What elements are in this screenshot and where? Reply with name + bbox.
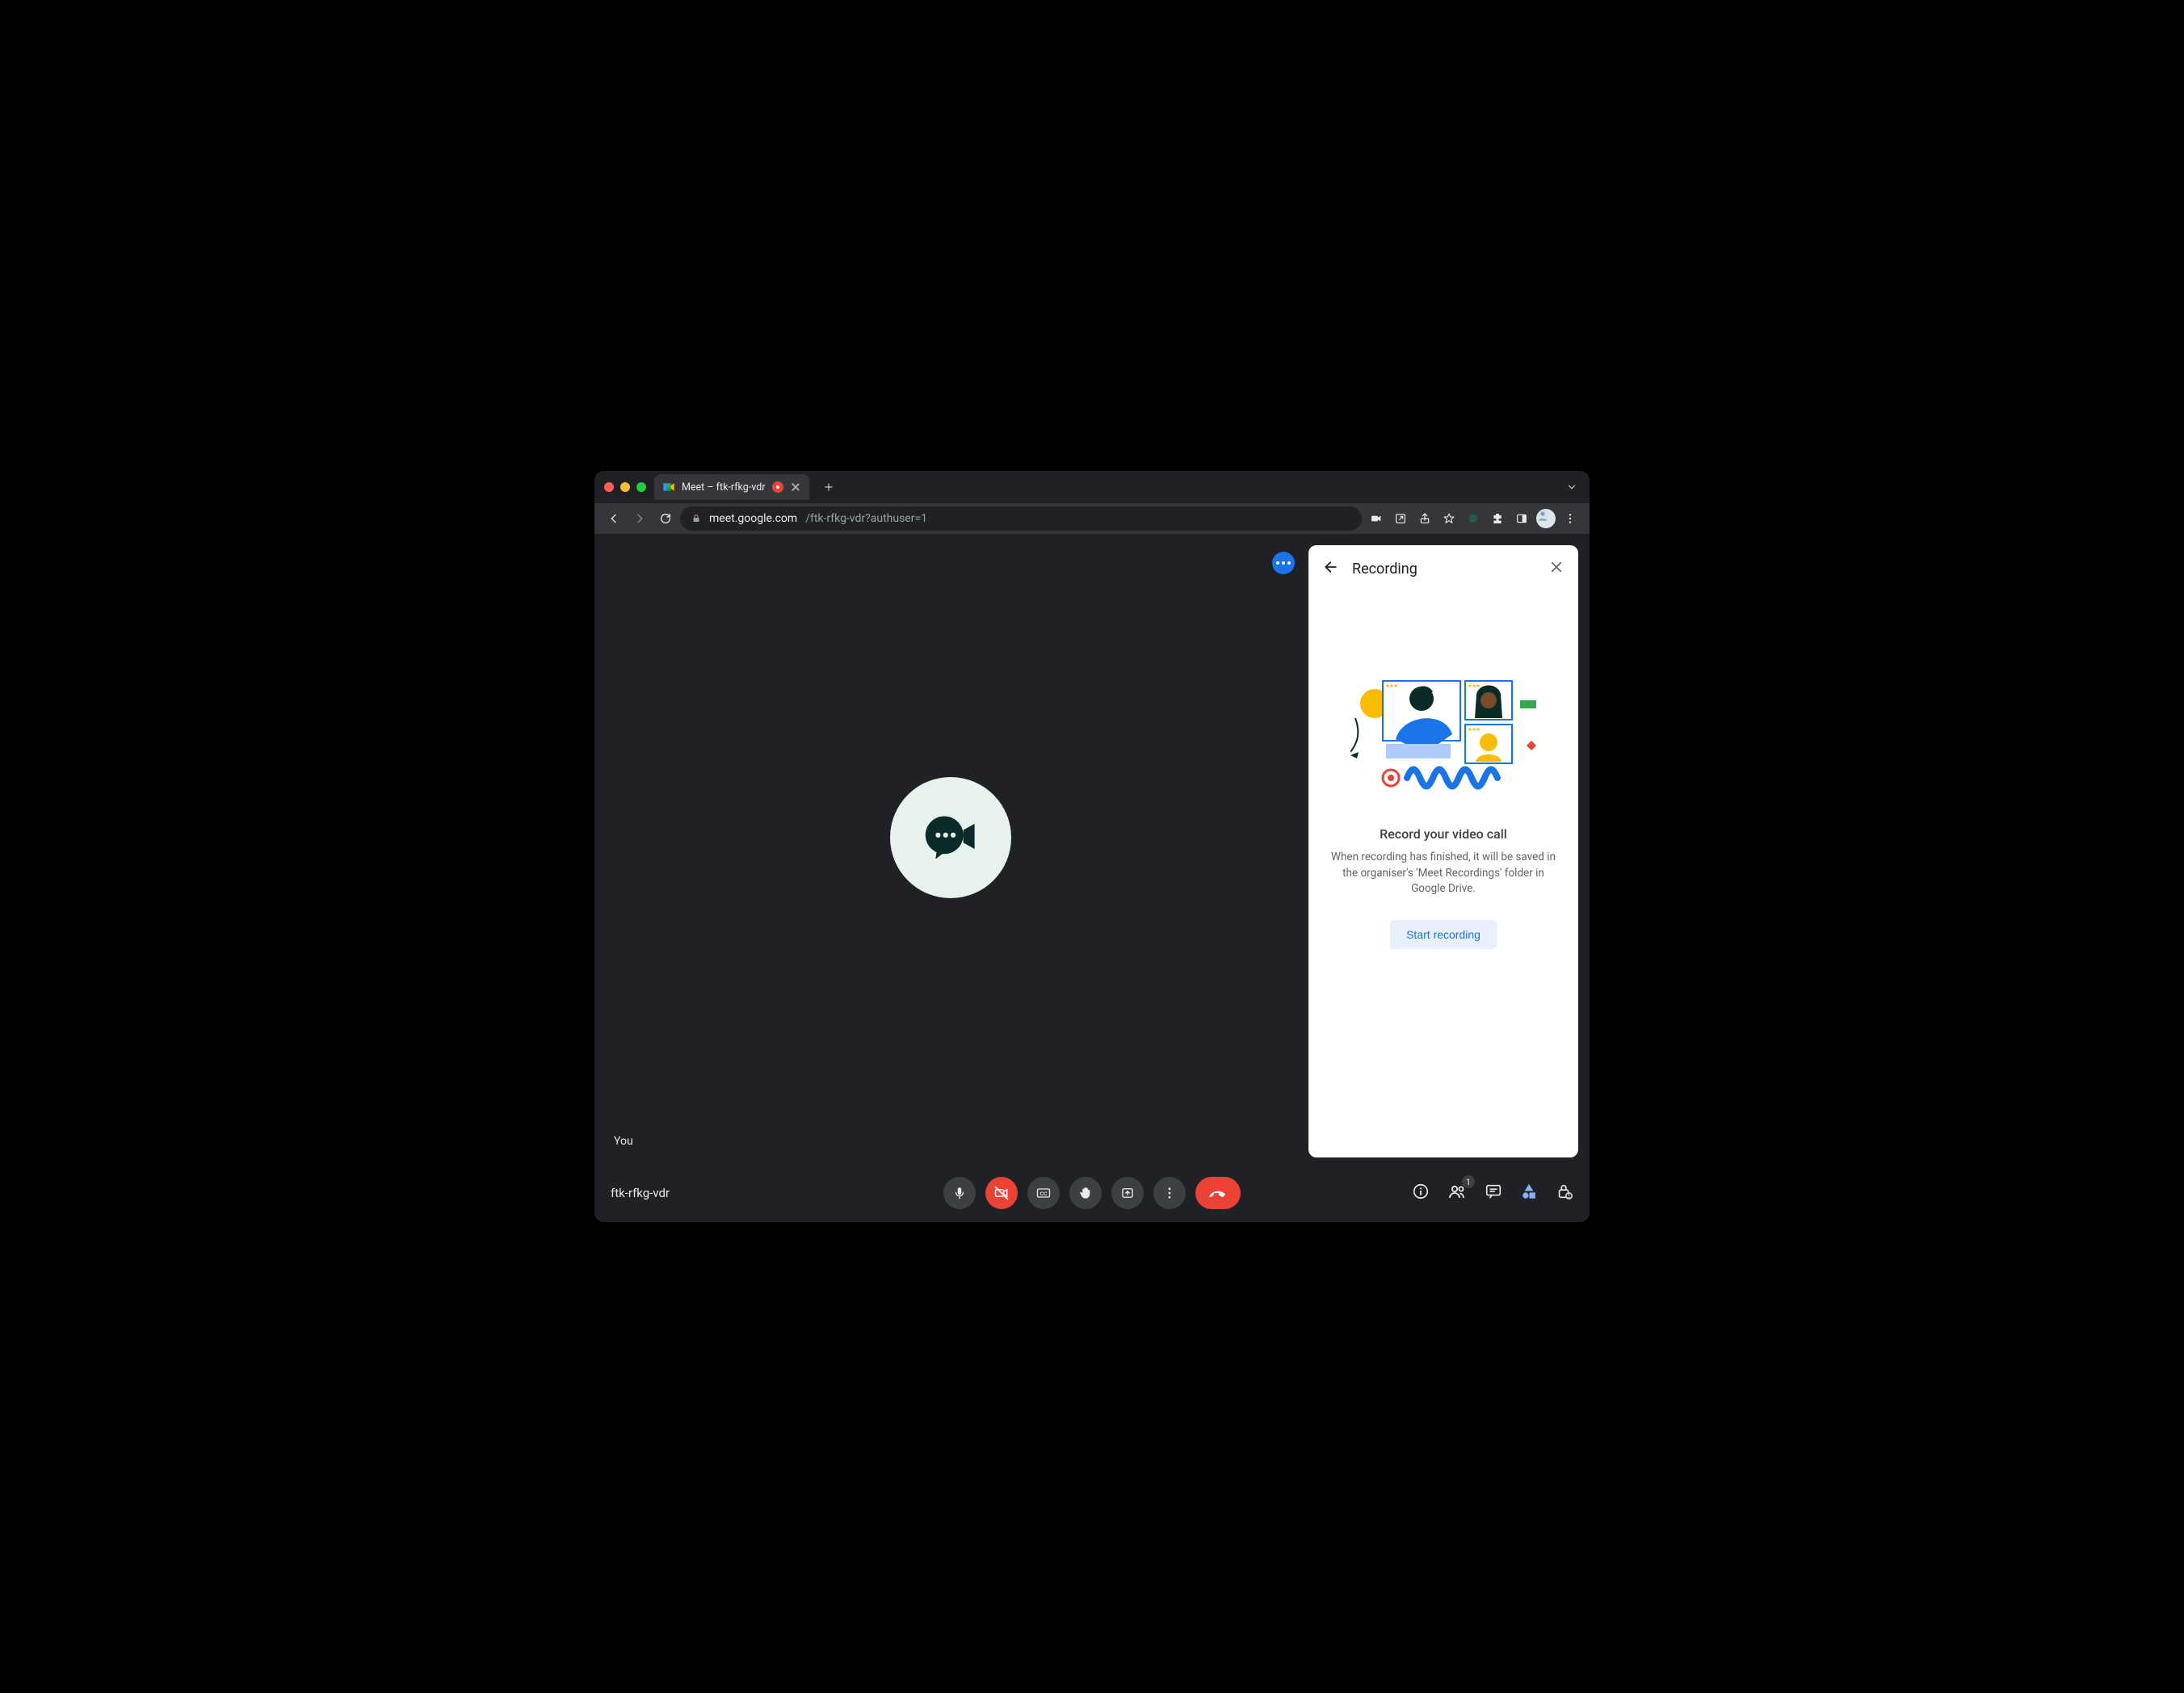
- leave-call-button[interactable]: [1195, 1177, 1241, 1209]
- self-tile-label: You: [614, 1135, 633, 1148]
- activities-button[interactable]: [1520, 1183, 1538, 1204]
- participants-count-badge: 1: [1462, 1175, 1475, 1188]
- tab-title: Meet – ftk-rfkg-vdr: [682, 481, 766, 494]
- self-avatar: [890, 777, 1011, 898]
- lock-person-icon: [1556, 1183, 1573, 1200]
- meet-bottom-bar: ftk-rfkg-vdr CC: [594, 1164, 1590, 1222]
- share-icon[interactable]: [1413, 507, 1436, 530]
- forward-button: [628, 507, 651, 530]
- browser-toolbar: meet.google.com/ftk-rfkg-vdr?authuser=1: [594, 503, 1590, 534]
- chat-icon: [1485, 1183, 1502, 1200]
- tab-recording-indicator-icon[interactable]: [772, 481, 783, 493]
- panel-title: Recording: [1352, 561, 1536, 578]
- meet-app: You Recording: [594, 534, 1590, 1222]
- more-vert-icon: [1162, 1186, 1177, 1200]
- info-icon: [1412, 1183, 1430, 1200]
- raise-hand-button[interactable]: [1069, 1177, 1102, 1209]
- tile-more-button[interactable]: [1272, 552, 1295, 574]
- panel-body: Record your video call When recording ha…: [1308, 592, 1578, 1157]
- start-recording-button[interactable]: Start recording: [1390, 920, 1497, 949]
- meeting-code[interactable]: ftk-rfkg-vdr: [611, 1186, 772, 1200]
- present-icon: [1120, 1186, 1135, 1200]
- browser-window: Meet – ftk-rfkg-vdr meet.google.com/ftk-…: [594, 471, 1590, 1222]
- captions-button[interactable]: CC: [1027, 1177, 1060, 1209]
- call-controls: CC: [943, 1177, 1241, 1209]
- url-host: meet.google.com: [709, 512, 797, 525]
- bookmark-icon[interactable]: [1438, 507, 1460, 530]
- mic-icon: [952, 1186, 967, 1200]
- panel-heading: Record your video call: [1380, 826, 1507, 842]
- profile-avatar[interactable]: [1535, 507, 1557, 530]
- panel-close-button[interactable]: [1549, 560, 1564, 578]
- window-maximize-button[interactable]: [636, 482, 646, 492]
- browser-tab[interactable]: Meet – ftk-rfkg-vdr: [654, 474, 809, 500]
- panel-header: Recording: [1308, 545, 1578, 592]
- window-minimize-button[interactable]: [620, 482, 630, 492]
- camera-toggle-button[interactable]: [985, 1177, 1018, 1209]
- back-button[interactable]: [603, 507, 625, 530]
- svg-text:CC: CC: [1040, 1191, 1048, 1197]
- recording-panel: Recording: [1308, 545, 1578, 1157]
- lock-icon: [691, 514, 701, 523]
- hangup-icon: [1208, 1183, 1228, 1204]
- url-path: /ftk-rfkg-vdr?authuser=1: [805, 512, 927, 525]
- panel-description: When recording has finished, it will be …: [1325, 850, 1562, 897]
- present-button[interactable]: [1111, 1177, 1144, 1209]
- window-close-button[interactable]: [604, 482, 614, 492]
- meeting-details-button[interactable]: [1412, 1183, 1430, 1204]
- extension-meet-icon[interactable]: [1462, 507, 1485, 530]
- hand-icon: [1078, 1186, 1093, 1200]
- window-traffic-lights: [604, 482, 646, 492]
- cc-icon: CC: [1035, 1185, 1052, 1201]
- address-bar[interactable]: meet.google.com/ftk-rfkg-vdr?authuser=1: [680, 506, 1362, 531]
- new-tab-button[interactable]: [817, 476, 840, 498]
- open-external-icon[interactable]: [1389, 507, 1412, 530]
- browser-menu-button[interactable]: [1559, 507, 1581, 530]
- reload-button[interactable]: [654, 507, 677, 530]
- camera-indicator-icon[interactable]: [1365, 507, 1388, 530]
- extensions-icon[interactable]: [1486, 507, 1509, 530]
- participants-button[interactable]: 1: [1447, 1182, 1467, 1204]
- bottom-right-icons: 1: [1412, 1182, 1573, 1204]
- toolbar-right: [1365, 507, 1581, 530]
- host-controls-button[interactable]: [1556, 1183, 1573, 1204]
- more-options-button[interactable]: [1153, 1177, 1186, 1209]
- tab-close-button[interactable]: [790, 481, 801, 493]
- tab-list-button[interactable]: [1560, 476, 1583, 498]
- self-video-tile: [603, 542, 1299, 1157]
- mic-toggle-button[interactable]: [943, 1177, 976, 1209]
- sidepanel-icon[interactable]: [1510, 507, 1533, 530]
- camera-off-icon: [993, 1185, 1010, 1201]
- chat-button[interactable]: [1485, 1183, 1502, 1204]
- tab-strip: Meet – ftk-rfkg-vdr: [594, 471, 1590, 503]
- chat-camera-icon: [919, 806, 982, 869]
- panel-back-button[interactable]: [1323, 559, 1339, 578]
- meet-favicon-icon: [662, 481, 675, 494]
- recording-illustration: [1350, 665, 1536, 802]
- shapes-icon: [1520, 1183, 1538, 1200]
